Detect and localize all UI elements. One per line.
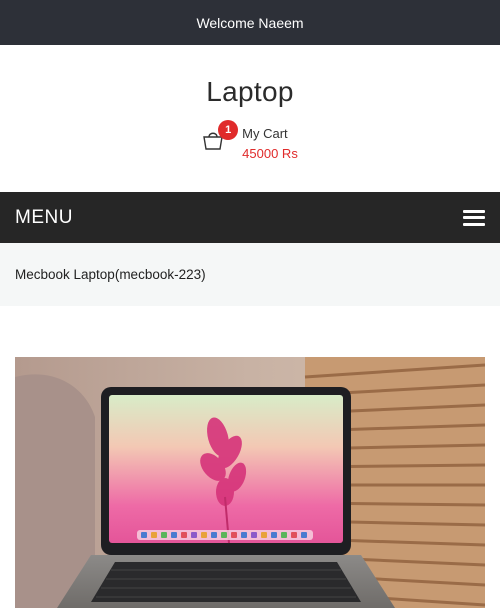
hamburger-line [463,216,485,219]
cart-count-badge: 1 [218,120,239,140]
site-header: Laptop 1 My Cart 45000 Rs [0,45,500,192]
menu-label: MENU [15,206,73,228]
breadcrumb: Mecbook Laptop(mecbook-223) [0,243,500,306]
cart-total: 45000 Rs [242,146,298,161]
laptop-photo-illustration [15,357,485,608]
product-image[interactable] [15,357,485,608]
hamburger-line [463,222,485,226]
menu-bar: MENU [0,192,500,243]
top-welcome-bar: Welcome Naeem [0,0,500,45]
hamburger-icon[interactable] [463,209,485,226]
cart-label: My Cart [242,126,288,141]
cart-icon-wrap[interactable]: 1 [202,120,239,152]
product-breadcrumb-title: Mecbook Laptop(mecbook-223) [15,267,206,282]
cart-summary[interactable]: My Cart 45000 Rs [242,124,298,164]
welcome-text: Welcome Naeem [196,14,304,31]
hamburger-line [463,209,485,213]
site-title[interactable]: Laptop [206,76,293,108]
cart-widget[interactable]: 1 My Cart 45000 Rs [202,120,298,164]
